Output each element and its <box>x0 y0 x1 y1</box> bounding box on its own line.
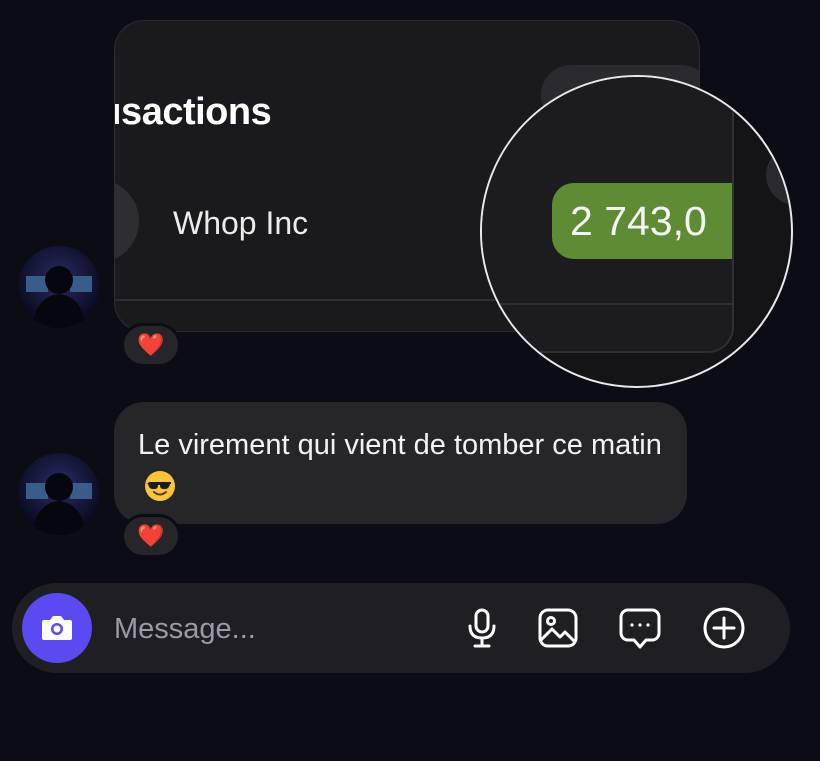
plus-icon <box>703 607 745 649</box>
message-composer <box>12 583 790 673</box>
message-text: Le virement qui vient de tomber ce matin <box>138 429 662 461</box>
heart-icon: ❤️ <box>137 332 165 357</box>
magnified-button <box>766 145 791 205</box>
sticker-icon <box>619 608 661 649</box>
message-bubble[interactable]: Le virement qui vient de tomber ce matin <box>114 402 687 524</box>
screenshot-title: ısactions <box>114 91 272 133</box>
merchant-logo <box>115 179 139 263</box>
sticker-button[interactable] <box>616 604 664 652</box>
hooded-figure-avatar-icon <box>18 453 100 535</box>
magnifier-circle: 2 743,0 <box>480 75 793 388</box>
sender-avatar[interactable] <box>18 453 100 535</box>
microphone-button[interactable] <box>458 604 506 652</box>
message-input[interactable] <box>112 605 436 653</box>
transaction-amount: 2 743,0 <box>552 183 732 259</box>
heart-icon: ❤️ <box>137 523 165 548</box>
sender-avatar[interactable] <box>18 246 100 328</box>
microphone-icon <box>468 608 496 648</box>
image-icon <box>538 608 578 648</box>
gallery-button[interactable] <box>534 604 582 652</box>
magnified-divider <box>482 303 732 305</box>
sunglasses-emoji-icon <box>144 470 176 514</box>
magnified-card: 2 743,0 <box>482 77 734 353</box>
camera-button[interactable] <box>22 593 92 663</box>
heart-reaction[interactable]: ❤️ <box>121 514 181 558</box>
more-button[interactable] <box>700 604 748 652</box>
hooded-figure-avatar-icon <box>18 246 100 328</box>
camera-icon <box>42 616 72 640</box>
merchant-name: Whop Inc <box>173 205 309 241</box>
heart-reaction[interactable]: ❤️ <box>121 323 181 367</box>
